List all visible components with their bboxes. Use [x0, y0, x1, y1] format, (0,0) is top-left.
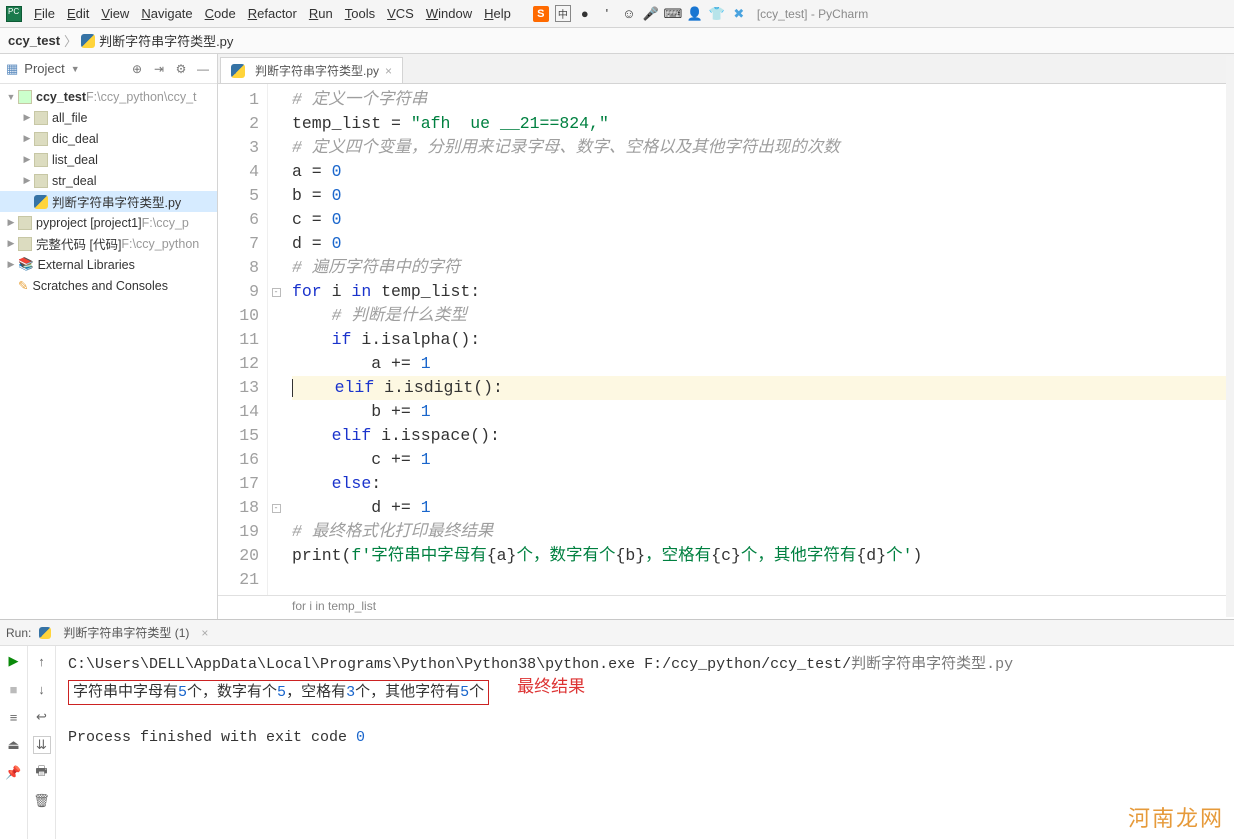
tree-item[interactable]: ▶pyproject [project1] F:\ccy_p	[0, 212, 217, 233]
scroll-icon[interactable]: ⇊	[33, 736, 51, 754]
menu-refactor[interactable]: Refactor	[242, 3, 303, 24]
collapse-icon[interactable]: ⇥	[151, 61, 167, 77]
ime-toolbar: S 中 ● ' ☺ 🎤 ⌨ 👤 👕 ✖	[533, 5, 747, 22]
menu-edit[interactable]: Edit	[61, 3, 95, 24]
console-output[interactable]: C:\Users\DELL\AppData\Local\Programs\Pyt…	[56, 646, 1234, 839]
menu-window[interactable]: Window	[420, 3, 478, 24]
tree-item[interactable]: ▶dic_deal	[0, 128, 217, 149]
exit-text: Process finished with exit code	[68, 729, 356, 746]
run-toolbar-left: ▶ ■ ≡ ⏏ 📌	[0, 646, 28, 839]
print-icon[interactable]: 🖶	[33, 764, 51, 782]
hide-icon[interactable]: —	[195, 61, 211, 77]
run-header-label: Run:	[6, 626, 31, 640]
softwrap-icon[interactable]: ↩	[33, 708, 51, 726]
editor-tabs: 判断字符串字符类型.py ×	[218, 54, 1234, 84]
menu-help[interactable]: Help	[478, 3, 517, 24]
result-output-box: 字符串中字母有5个，数字有个5，空格有3个，其他字符有5个	[68, 680, 489, 705]
menu-file[interactable]: File	[28, 3, 61, 24]
ime-person-icon[interactable]: 👤	[687, 6, 703, 22]
editor-tab-label: 判断字符串字符类型.py	[255, 62, 379, 79]
sidebar-header: ▦ Project ▼ ⊕ ⇥ ⚙ —	[0, 54, 217, 84]
line-gutter: 123456789101112131415161718192021	[218, 84, 268, 595]
ime-zhong-icon[interactable]: 中	[555, 5, 571, 22]
tree-item[interactable]: ▶str_deal	[0, 170, 217, 191]
sogou-icon: S	[533, 6, 549, 22]
up-icon[interactable]: ↑	[33, 652, 51, 670]
pycharm-icon	[6, 6, 22, 22]
ime-mic-icon[interactable]: 🎤	[643, 6, 659, 22]
code-editor[interactable]: 123456789101112131415161718192021 -- # 定…	[218, 84, 1234, 595]
exit-icon[interactable]: ⏏	[5, 736, 23, 754]
ime-smiley-icon[interactable]: ☺	[621, 6, 637, 22]
trash-icon[interactable]: 🗑	[33, 792, 51, 810]
menubar: FileEditViewNavigateCodeRefactorRunTools…	[0, 0, 1234, 28]
ime-tshirt-icon[interactable]: 👕	[709, 6, 725, 22]
cmd-path: C:\Users\DELL\AppData\Local\Programs\Pyt…	[68, 656, 851, 673]
editor-breadcrumb[interactable]: for i in temp_list	[218, 595, 1234, 619]
python-file-icon	[39, 627, 51, 639]
menu-run[interactable]: Run	[303, 3, 339, 24]
breadcrumb-project[interactable]: ccy_test	[8, 33, 60, 48]
menu-navigate[interactable]: Navigate	[135, 3, 198, 24]
tree-item[interactable]: 判断字符串字符类型.py	[0, 191, 217, 212]
cmd-file: 判断字符串字符类型.py	[851, 656, 1013, 673]
run-toolbar-secondary: ↑ ↓ ↩ ⇊ 🖶 🗑	[28, 646, 56, 839]
menu-tools[interactable]: Tools	[339, 3, 381, 24]
run-panel: Run: 判断字符串字符类型 (1) × ▶ ■ ≡ ⏏ 📌 ↑ ↓ ↩ ⇊ 🖶…	[0, 619, 1234, 839]
nav-breadcrumb: ccy_test 〉 判断字符串字符类型.py	[0, 28, 1234, 54]
tree-item[interactable]: ▶all_file	[0, 107, 217, 128]
menu-view[interactable]: View	[95, 3, 135, 24]
stop-icon[interactable]: ■	[5, 680, 23, 698]
console-command-line: C:\Users\DELL\AppData\Local\Programs\Pyt…	[68, 654, 1222, 676]
tree-item[interactable]: ▶📚External Libraries	[0, 254, 217, 275]
pin-icon[interactable]: 📌	[5, 764, 23, 782]
editor-pane: 判断字符串字符类型.py × 1234567891011121314151617…	[218, 54, 1234, 619]
result-annotation: 最终结果	[517, 676, 585, 698]
sidebar-dropdown-icon[interactable]: ▼	[71, 64, 80, 74]
console-exit-line: Process finished with exit code 0	[68, 727, 1222, 749]
tree-item[interactable]: ✎Scratches and Consoles	[0, 275, 217, 296]
python-file-icon	[81, 34, 95, 48]
tree-item[interactable]: ▶完整代码 [代码] F:\ccy_python	[0, 233, 217, 254]
rerun-icon[interactable]: ▶	[5, 652, 23, 670]
run-header: Run: 判断字符串字符类型 (1) ×	[0, 620, 1234, 646]
run-config-name[interactable]: 判断字符串字符类型 (1)	[63, 624, 189, 641]
project-structure-icon: ▦	[6, 61, 18, 77]
ime-bullet-icon[interactable]: ●	[577, 6, 593, 22]
tree-item[interactable]: ▼ccy_test F:\ccy_python\ccy_t	[0, 86, 217, 107]
vertical-scrollbar[interactable]	[1226, 56, 1234, 617]
layout-icon[interactable]: ≡	[5, 708, 23, 726]
project-tree[interactable]: ▼ccy_test F:\ccy_python\ccy_t▶all_file▶d…	[0, 84, 217, 619]
menu-vcs[interactable]: VCS	[381, 3, 420, 24]
fold-gutter[interactable]: --	[268, 84, 284, 595]
settings-gear-icon[interactable]: ⚙	[173, 61, 189, 77]
menu-code[interactable]: Code	[199, 3, 242, 24]
close-run-tab-icon[interactable]: ×	[201, 626, 208, 640]
ime-keyboard-icon[interactable]: ⌨	[665, 6, 681, 22]
project-sidebar: ▦ Project ▼ ⊕ ⇥ ⚙ — ▼ccy_test F:\ccy_pyt…	[0, 54, 218, 619]
python-file-icon	[231, 64, 245, 78]
tree-item[interactable]: ▶list_deal	[0, 149, 217, 170]
sidebar-title[interactable]: Project	[24, 61, 64, 76]
code-area[interactable]: # 定义一个字符串temp_list = "afh ue __21==824,"…	[284, 84, 1234, 595]
down-icon[interactable]: ↓	[33, 680, 51, 698]
locate-icon[interactable]: ⊕	[129, 61, 145, 77]
editor-tab[interactable]: 判断字符串字符类型.py ×	[220, 57, 403, 83]
exit-code: 0	[356, 729, 365, 746]
breadcrumb-file[interactable]: 判断字符串字符类型.py	[99, 31, 233, 50]
window-title: [ccy_test] - PyCharm	[757, 7, 868, 21]
close-tab-icon[interactable]: ×	[385, 64, 392, 78]
ime-tool-icon[interactable]: ✖	[731, 6, 747, 22]
ime-comma-icon[interactable]: '	[599, 6, 615, 22]
breadcrumb-sep-icon: 〉	[64, 31, 77, 50]
